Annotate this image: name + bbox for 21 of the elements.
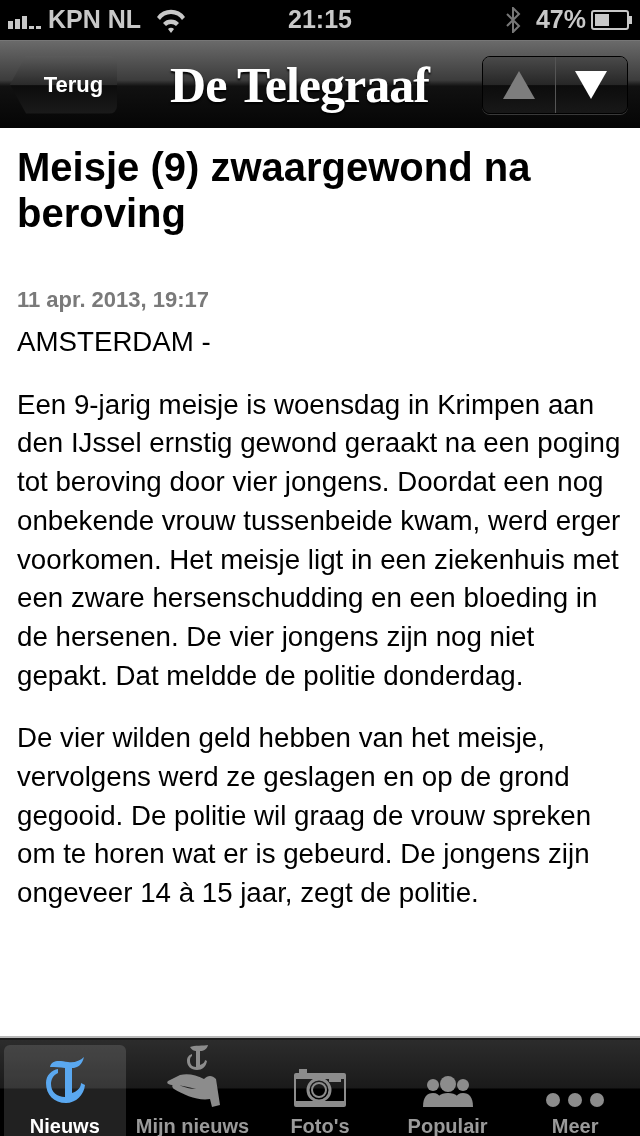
carrier-name: KPN NL [48,4,142,36]
tab-bar-item[interactable]: Foto's [259,1045,381,1136]
battery-percentage: 47% [535,4,586,36]
bluetooth-icon [503,7,522,33]
article-paragraph: Een 9-jarig meisje is woensdag in Krimpen aan den IJssel ernstig gewond geraakt na een poging tot beroving door vier jongens. Doordat een nog onbekende vrouw tussenbeide kwam, werd erger voorkomen. Het meisje ligt in een ziekenhuis met een zware hersenschudding en een bloeding in de hersenen. De vier jongens zijn nog niet gepakt. Dat meldde de politie donderdag. [17,387,622,693]
hand-with-letter-t-icon [164,1045,221,1107]
battery-icon [591,10,632,30]
group-of-people-icon [422,1075,473,1107]
article-dateline: AMSTERDAM - [17,325,212,359]
article-date: 11 apr. 2013, 19:17 [17,287,211,313]
down-triangle-icon [575,70,608,99]
camera-icon [294,1067,346,1107]
clock-time: 21:15 [288,5,352,34]
up-triangle-icon [502,70,535,99]
next-article-button[interactable] [554,56,627,113]
article-title: Meisje (9) zwaargewond na beroving [17,144,532,236]
wifi-icon [155,7,188,33]
article-paragraph: De vier wilden geld hebben van het meisje, vervolgens werd ze geslagen en op de grond gegooid. De politie wil graag de vrouw spreken om te horen wat er is gebeurd. De jongens zijn ongeveer 14 à 15 jaar, zegt de politie. [17,721,593,911]
more-options-icon [546,1093,605,1107]
tab-bar-item[interactable]: Meer [514,1045,636,1136]
tab-bar-item[interactable]: Nieuws [4,1045,126,1136]
